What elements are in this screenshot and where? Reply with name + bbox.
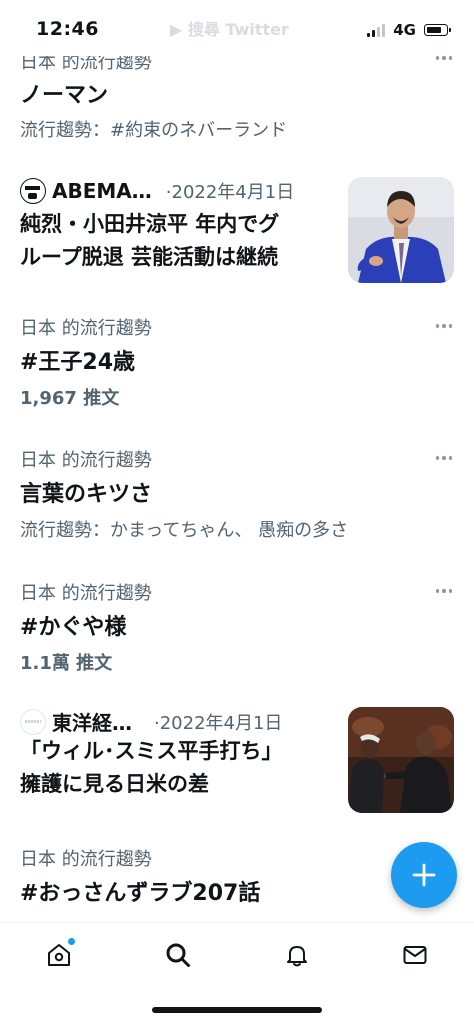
tab-search[interactable] [160, 937, 196, 973]
news-title-line: 純烈・小田井涼平 年内でグ [20, 212, 280, 236]
news-thumbnail[interactable] [348, 707, 454, 813]
tab-messages[interactable] [397, 937, 433, 973]
trend-context: 日本 的流行趨勢 [20, 318, 152, 339]
more-options-icon[interactable] [435, 324, 452, 328]
tab-home[interactable] [41, 937, 77, 973]
news-title-line: 「ウィル･スミス平手打ち」 [20, 739, 283, 763]
more-options-icon[interactable] [435, 456, 452, 460]
trend-headline: 言葉のキツさ [20, 482, 153, 507]
news-item[interactable]: 東洋経… ·2022年4月1日 「ウィル･スミス平手打ち」 擁護に見る日米の差 [0, 695, 474, 835]
news-date: ·2022年4月1日 [154, 712, 283, 734]
news-source-name: ABEMA… [52, 179, 152, 203]
home-icon [48, 944, 70, 966]
trend-headline: #王子24歳 [20, 350, 136, 375]
news-source-name: 東洋経… [52, 711, 132, 735]
search-icon [166, 943, 190, 967]
trend-tweet-count: 1,967 推文 [20, 388, 120, 409]
compose-tweet-button[interactable] [391, 842, 457, 908]
home-notification-badge [68, 938, 75, 945]
trend-headline: #かぐや様 [20, 615, 127, 640]
trend-meta: 流行趨勢：かまってちゃん、 愚痴の多さ [20, 520, 349, 541]
trend-context: 日本 的流行趨勢 [20, 583, 152, 604]
twitter-explore-screen: 日本 的流行趨勢 ノーマン 流行趨勢：#約束のネバーランド ABEMA… ·20… [0, 0, 474, 1024]
home-indicator [152, 1007, 322, 1013]
bell-icon [287, 946, 307, 967]
news-title: 「ウィル･スミス平手打ち」 擁護に見る日米の差 [20, 735, 340, 801]
toyo-keizai-logo-icon [20, 708, 46, 735]
trend-headline: ノーマン [20, 83, 109, 108]
trends-feed[interactable]: 日本 的流行趨勢 ノーマン 流行趨勢：#約束のネバーランド ABEMA… ·20… [0, 0, 474, 922]
news-title-line: ループ脱退 芸能活動は継続 [20, 245, 279, 269]
network-type: 4G [393, 21, 416, 39]
search-header-ghost: ▶ 搜尋 Twitter [170, 20, 289, 39]
trend-headline: #おっさんずラブ207話 [20, 881, 261, 906]
trend-context: 日本 的流行趨勢 [20, 849, 152, 870]
battery-icon [424, 24, 451, 36]
cellular-signal-icon [367, 23, 386, 37]
news-source-row: 東洋経… ·2022年4月1日 [20, 707, 282, 736]
news-title: 純烈・小田井涼平 年内でグ ループ脱退 芸能活動は継続 [20, 208, 340, 274]
status-bar: ▶ 搜尋 Twitter 12:46 4G [0, 0, 474, 56]
status-time: 12:46 [36, 18, 99, 40]
tab-notifications[interactable] [279, 937, 315, 973]
more-options-icon[interactable] [435, 589, 452, 593]
trend-tweet-count: 1.1萬 推文 [20, 653, 113, 674]
abema-logo-icon [20, 178, 46, 204]
trend-context: 日本 的流行趨勢 [20, 450, 152, 471]
trend-item[interactable]: 日本 的流行趨勢 #王子24歳 1,967 推文 [0, 300, 474, 428]
more-options-icon[interactable] [435, 56, 452, 60]
news-thumbnail[interactable] [348, 177, 454, 283]
news-source-row: ABEMA… ·2022年4月1日 [20, 178, 294, 204]
plus-icon [412, 863, 436, 887]
news-item[interactable]: ABEMA… ·2022年4月1日 純烈・小田井涼平 年内でグ ループ脱退 芸能… [0, 160, 474, 300]
trend-meta: 流行趨勢：#約束のネバーランド [20, 120, 288, 141]
bottom-tab-bar [0, 922, 474, 1024]
trend-item[interactable]: 日本 的流行趨勢 言葉のキツさ 流行趨勢：かまってちゃん、 愚痴の多さ [0, 432, 474, 564]
trend-item[interactable]: 日本 的流行趨勢 #かぐや様 1.1萬 推文 [0, 565, 474, 695]
news-date: ·2022年4月1日 [165, 182, 295, 203]
mail-icon [403, 946, 427, 964]
status-indicators: 4G [367, 21, 451, 39]
news-title-line: 擁護に見る日米の差 [20, 772, 209, 796]
